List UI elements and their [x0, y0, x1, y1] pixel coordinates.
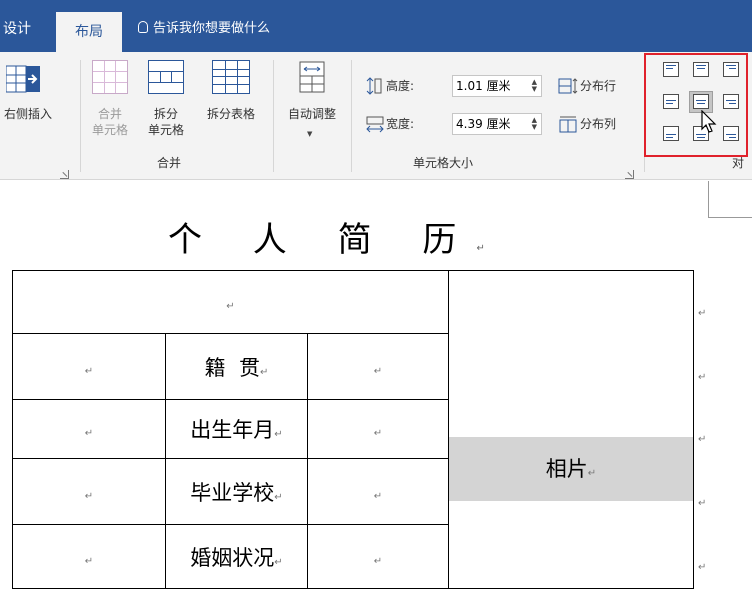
align-top-center-button[interactable] — [690, 60, 712, 80]
marital-status-label: 婚姻状况 — [190, 545, 275, 570]
align-center-left-button[interactable] — [660, 92, 682, 112]
width-value: 4.39 厘米 — [456, 117, 511, 131]
merge-cells-label-1: 合并 — [97, 107, 122, 121]
autofit-label: 自动调整 — [287, 107, 336, 121]
width-label: 宽度: — [386, 117, 415, 131]
height-label: 高度: — [386, 79, 415, 93]
spinner-arrows-icon[interactable]: ▲ ▼ — [532, 79, 537, 93]
photo-cell-highlight: 相片↵ — [449, 437, 693, 501]
school-label: 毕业学校 — [190, 480, 275, 505]
table-cell[interactable]: ↵ — [307, 333, 449, 400]
split-table-icon — [212, 60, 250, 94]
resume-title: 个 人 简 历↵ — [168, 212, 485, 261]
table-cell[interactable]: ↵ — [307, 458, 449, 525]
insert-right-icon — [6, 65, 40, 93]
table-cell[interactable]: ↵ — [12, 458, 166, 525]
width-spinner[interactable]: 4.39 厘米 ▲ ▼ — [452, 113, 542, 135]
distribute-columns-icon — [559, 116, 577, 133]
row-end-mark: ↵ — [698, 562, 707, 573]
align-center-right-button[interactable] — [720, 92, 742, 112]
split-table-button[interactable]: 拆分表格 — [196, 60, 266, 140]
row-end-mark: ↵ — [698, 498, 707, 509]
split-table-label: 拆分表格 — [206, 107, 255, 121]
lightbulb-icon — [138, 21, 148, 33]
merge-cells-icon — [92, 60, 128, 94]
mouse-cursor-icon — [701, 110, 717, 133]
row-end-mark: ↵ — [698, 434, 707, 445]
tab-layout[interactable]: 布局 — [56, 12, 122, 52]
table-cell[interactable]: ↵ — [12, 270, 449, 334]
row-end-mark: ↵ — [698, 372, 707, 383]
table-cell-label[interactable]: 毕业学校↵ — [165, 458, 308, 525]
merge-cells-label-2: 单元格 — [91, 123, 128, 137]
table-cell[interactable]: ↵ — [307, 524, 449, 589]
distribute-columns-label: 分布列 — [580, 117, 617, 131]
column-width-icon — [366, 116, 384, 133]
merge-cells-button[interactable]: 合并 单元格 — [84, 60, 136, 140]
tell-me-search[interactable]: 告诉我你想要做什么 — [138, 0, 270, 52]
table-cell[interactable]: ↵ — [12, 524, 166, 589]
cell-size-group-label: 单元格大小 — [413, 156, 474, 170]
launcher-icon[interactable] — [60, 170, 69, 179]
resume-title-text: 个 人 简 历 — [168, 220, 477, 260]
split-cells-icon — [148, 60, 184, 94]
table-cell-label[interactable]: 籍 贯↵ — [165, 333, 308, 400]
spinner-arrows-icon[interactable]: ▲ ▼ — [532, 117, 537, 131]
align-bottom-right-button[interactable] — [720, 124, 742, 144]
distribute-rows-button[interactable]: 分布行 — [558, 74, 640, 98]
table-cell[interactable]: ↵ — [12, 399, 166, 459]
tab-design[interactable]: 设计 — [0, 0, 51, 52]
autofit-button[interactable]: 自动调整 ▼ — [278, 60, 346, 140]
split-cells-button[interactable]: 拆分 单元格 — [140, 60, 192, 140]
align-top-right-button[interactable] — [720, 60, 742, 80]
photo-cell[interactable]: 相片↵ — [448, 270, 694, 589]
autofit-icon — [299, 61, 325, 93]
native-place-label: 籍 贯 — [204, 355, 260, 380]
resume-table: ↵ 相片↵ ↵ 籍 贯↵ ↵ ↵ 出生年月↵ ↵ ↵ 毕业学校↵ ↵ ↵ 婚姻状… — [12, 270, 694, 589]
photo-label: 相片 — [545, 457, 588, 481]
group-separator — [351, 60, 352, 172]
split-cells-label-1: 拆分 — [153, 107, 178, 121]
distribute-rows-icon — [558, 78, 578, 94]
row-end-mark: ↵ — [698, 308, 707, 319]
ribbon-tab-bar: 设计 布局 告诉我你想要做什么 — [0, 0, 752, 52]
table-cell[interactable]: ↵ — [12, 333, 166, 400]
table-row: ↵ 相片↵ — [12, 270, 694, 589]
row-height-icon — [366, 77, 382, 95]
page-corner-mark — [708, 181, 752, 218]
insert-right-button[interactable]: 右侧插入 — [0, 60, 66, 140]
launcher-icon[interactable] — [625, 170, 634, 179]
distribute-rows-label: 分布行 — [580, 79, 617, 93]
table-cell[interactable]: ↵ — [307, 399, 449, 459]
table-cell-label[interactable]: 出生年月↵ — [165, 399, 308, 459]
split-cells-label-2: 单元格 — [147, 123, 184, 137]
merge-group-label: 合并 — [157, 156, 182, 170]
chevron-down-icon: ▼ — [307, 130, 313, 138]
tell-me-text: 告诉我你想要做什么 — [153, 21, 271, 36]
table-cell-label[interactable]: 婚姻状况↵ — [165, 524, 308, 589]
height-value: 1.01 厘米 — [456, 79, 511, 93]
birth-date-label: 出生年月 — [190, 418, 275, 442]
insert-right-label: 右侧插入 — [3, 107, 52, 121]
group-separator — [273, 60, 274, 172]
align-bottom-left-button[interactable] — [660, 124, 682, 144]
paragraph-mark: ↵ — [476, 243, 485, 254]
group-separator — [80, 60, 81, 172]
align-top-left-button[interactable] — [660, 60, 682, 80]
distribute-columns-button[interactable]: 分布列 — [558, 112, 640, 136]
height-spinner[interactable]: 1.01 厘米 ▲ ▼ — [452, 75, 542, 97]
ribbon-layout: 右侧插入 合并 单元格 拆分 单元格 拆分表格 合并 自动调整 ▼ 高度: 1.… — [0, 52, 752, 180]
